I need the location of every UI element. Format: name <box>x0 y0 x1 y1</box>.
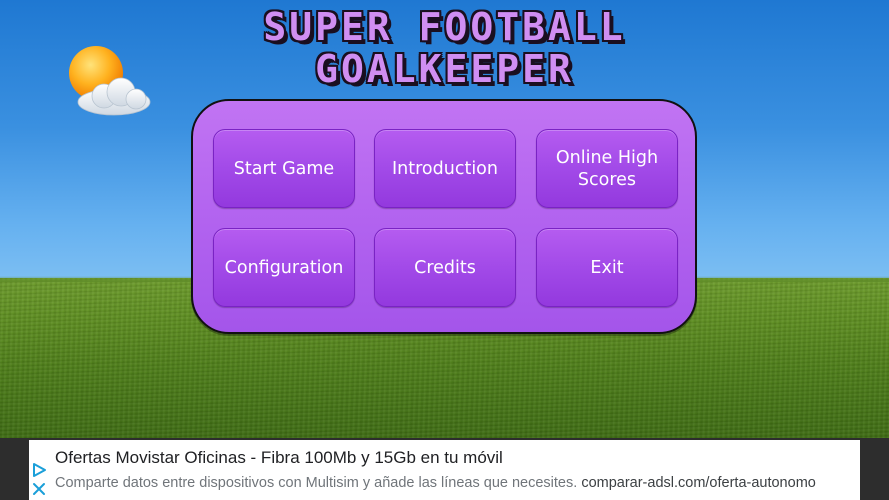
adchoices-play-icon[interactable] <box>31 462 47 478</box>
main-menu-panel: Start Game Introduction Online High Scor… <box>191 99 697 334</box>
ad-description: Comparte datos entre dispositivos con Mu… <box>55 475 578 491</box>
close-x-icon[interactable] <box>31 481 47 497</box>
ad-banner[interactable]: Ofertas Movistar Oficinas - Fibra 100Mb … <box>29 440 860 500</box>
ad-headline[interactable]: Ofertas Movistar Oficinas - Fibra 100Mb … <box>55 448 855 468</box>
credits-button[interactable]: Credits <box>374 228 516 307</box>
online-high-scores-label: Online High Scores <box>555 147 659 190</box>
game-screen: SUPER FOOTBALL GOALKEEPER Start Game Int… <box>0 0 889 500</box>
start-game-button[interactable]: Start Game <box>213 129 355 208</box>
ad-description-row[interactable]: Comparte datos entre dispositivos con Mu… <box>55 475 860 491</box>
online-high-scores-button[interactable]: Online High Scores <box>536 129 678 208</box>
introduction-button[interactable]: Introduction <box>374 129 516 208</box>
title-line-1: SUPER FOOTBALL <box>263 5 626 49</box>
ad-display-url[interactable]: comparar-adsl.com/oferta-autonomo <box>581 475 816 491</box>
configuration-button[interactable]: Configuration <box>213 228 355 307</box>
credits-label: Credits <box>414 257 476 278</box>
start-game-label: Start Game <box>233 158 335 179</box>
exit-label: Exit <box>590 257 624 278</box>
introduction-label: Introduction <box>392 158 498 179</box>
sun-behind-cloud-icon <box>69 46 151 116</box>
exit-button[interactable]: Exit <box>536 228 678 307</box>
configuration-label: Configuration <box>224 257 344 278</box>
